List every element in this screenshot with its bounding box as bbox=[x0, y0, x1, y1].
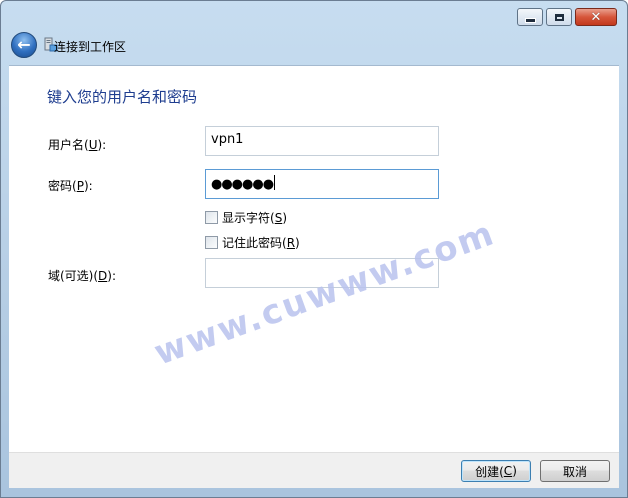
username-label: 用户名(U): bbox=[48, 138, 107, 152]
domain-label: 域(可选)(D): bbox=[48, 269, 117, 283]
username-value: vpn1 bbox=[211, 132, 244, 147]
window-title: 连接到工作区 bbox=[54, 40, 127, 54]
content-area: 键入您的用户名和密码 用户名(U): vpn1 密码(P): ●●●●●● 显示… bbox=[9, 65, 619, 452]
show-characters-label: 显示字符(S) bbox=[222, 211, 287, 225]
minimize-icon bbox=[524, 17, 536, 23]
maximize-button[interactable] bbox=[546, 8, 572, 26]
show-characters-checkbox[interactable] bbox=[205, 211, 218, 224]
text-caret bbox=[274, 175, 276, 190]
close-button[interactable]: ✕ bbox=[575, 8, 617, 26]
password-value: ●●●●●● bbox=[211, 177, 274, 192]
remember-password-label: 记住此密码(R) bbox=[222, 236, 300, 250]
page-heading: 键入您的用户名和密码 bbox=[47, 88, 198, 106]
back-arrow-icon: ← bbox=[17, 34, 31, 54]
create-button[interactable]: 创建(C) bbox=[461, 460, 531, 482]
remember-password-option[interactable]: 记住此密码(R) bbox=[205, 234, 300, 251]
window-controls: ✕ bbox=[517, 8, 617, 26]
password-label: 密码(P): bbox=[48, 179, 93, 193]
show-characters-option[interactable]: 显示字符(S) bbox=[205, 209, 287, 226]
maximize-icon bbox=[554, 13, 564, 21]
watermark-text: www.cuwww.com bbox=[149, 213, 501, 374]
password-field[interactable]: ●●●●●● bbox=[205, 169, 439, 199]
back-button[interactable]: ← bbox=[11, 32, 37, 58]
dialog-window: ✕ ← 连接到工作区 键入您的用户名和密码 用户名(U): vpn1 密码(P)… bbox=[0, 0, 628, 498]
remember-password-checkbox[interactable] bbox=[205, 236, 218, 249]
minimize-button[interactable] bbox=[517, 8, 543, 26]
cancel-button[interactable]: 取消 bbox=[540, 460, 610, 482]
button-bar: 创建(C) 取消 bbox=[9, 452, 619, 488]
title-bar: ✕ ← 连接到工作区 bbox=[1, 1, 627, 65]
close-icon: ✕ bbox=[590, 9, 602, 25]
username-field[interactable]: vpn1 bbox=[205, 126, 439, 156]
